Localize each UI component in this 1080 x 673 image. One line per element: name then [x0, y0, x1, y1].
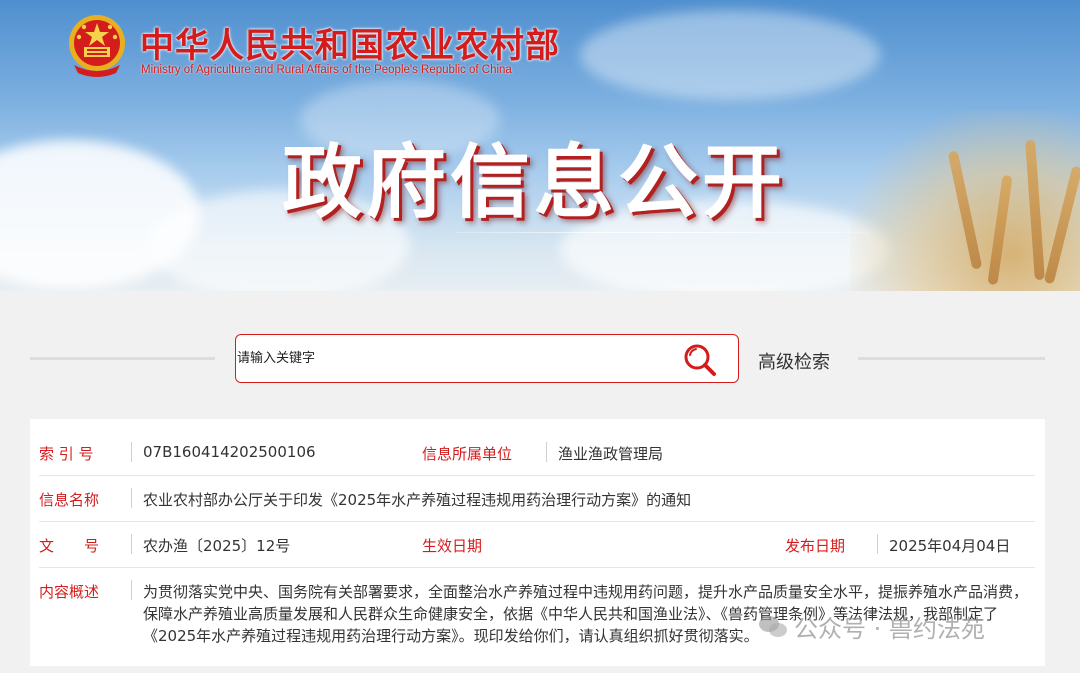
name-value: 农业农村部办公厅关于印发《2025年水产养殖过程违规用药治理行动方案》的通知: [143, 491, 692, 509]
column-divider: [131, 488, 132, 508]
column-divider: [546, 442, 547, 462]
row-divider: [39, 521, 1035, 522]
publish-date-label: 发布日期: [785, 537, 846, 555]
site-name-en: Ministry of Agriculture and Rural Affair…: [141, 64, 512, 76]
docno-value: 农办渔〔2025〕12号: [143, 537, 291, 555]
cloud: [580, 10, 880, 100]
index-label: 索 引 号: [39, 445, 94, 463]
column-divider: [131, 534, 132, 554]
row-divider: [39, 475, 1035, 476]
search-icon[interactable]: [682, 342, 718, 378]
search-input[interactable]: [237, 343, 667, 373]
unit-label: 信息所属单位: [422, 445, 513, 463]
banner-divider: [455, 232, 870, 233]
wechat-icon: [759, 615, 787, 637]
column-divider: [131, 580, 132, 600]
summary-label: 内容概述: [39, 583, 100, 601]
docno-label: 文 号: [39, 537, 100, 555]
watermark-text: 公众号 · 兽约法苑: [794, 615, 985, 643]
unit-value: 渔业渔政管理局: [558, 445, 664, 463]
column-divider: [877, 534, 878, 554]
publish-date-value: 2025年04月04日: [889, 537, 1011, 555]
national-emblem-icon: [69, 15, 125, 77]
name-label: 信息名称: [39, 491, 100, 509]
banner-title: 政府信息公开: [282, 136, 786, 229]
search-divider-right: [858, 357, 1045, 360]
column-divider: [131, 442, 132, 462]
search-divider-left: [30, 357, 215, 360]
index-value: 07B160414202500106: [143, 443, 316, 461]
search-box: [235, 334, 739, 383]
effective-date-label: 生效日期: [422, 537, 483, 555]
site-name-cn: 中华人民共和国农业农村部: [140, 26, 560, 66]
header-banner: 中华人民共和国农业农村部 Ministry of Agriculture and…: [0, 0, 1080, 291]
advanced-search-link[interactable]: 高级检索: [758, 348, 830, 374]
watermark: 公众号 · 兽约法苑: [758, 609, 985, 644]
row-divider: [39, 567, 1035, 568]
